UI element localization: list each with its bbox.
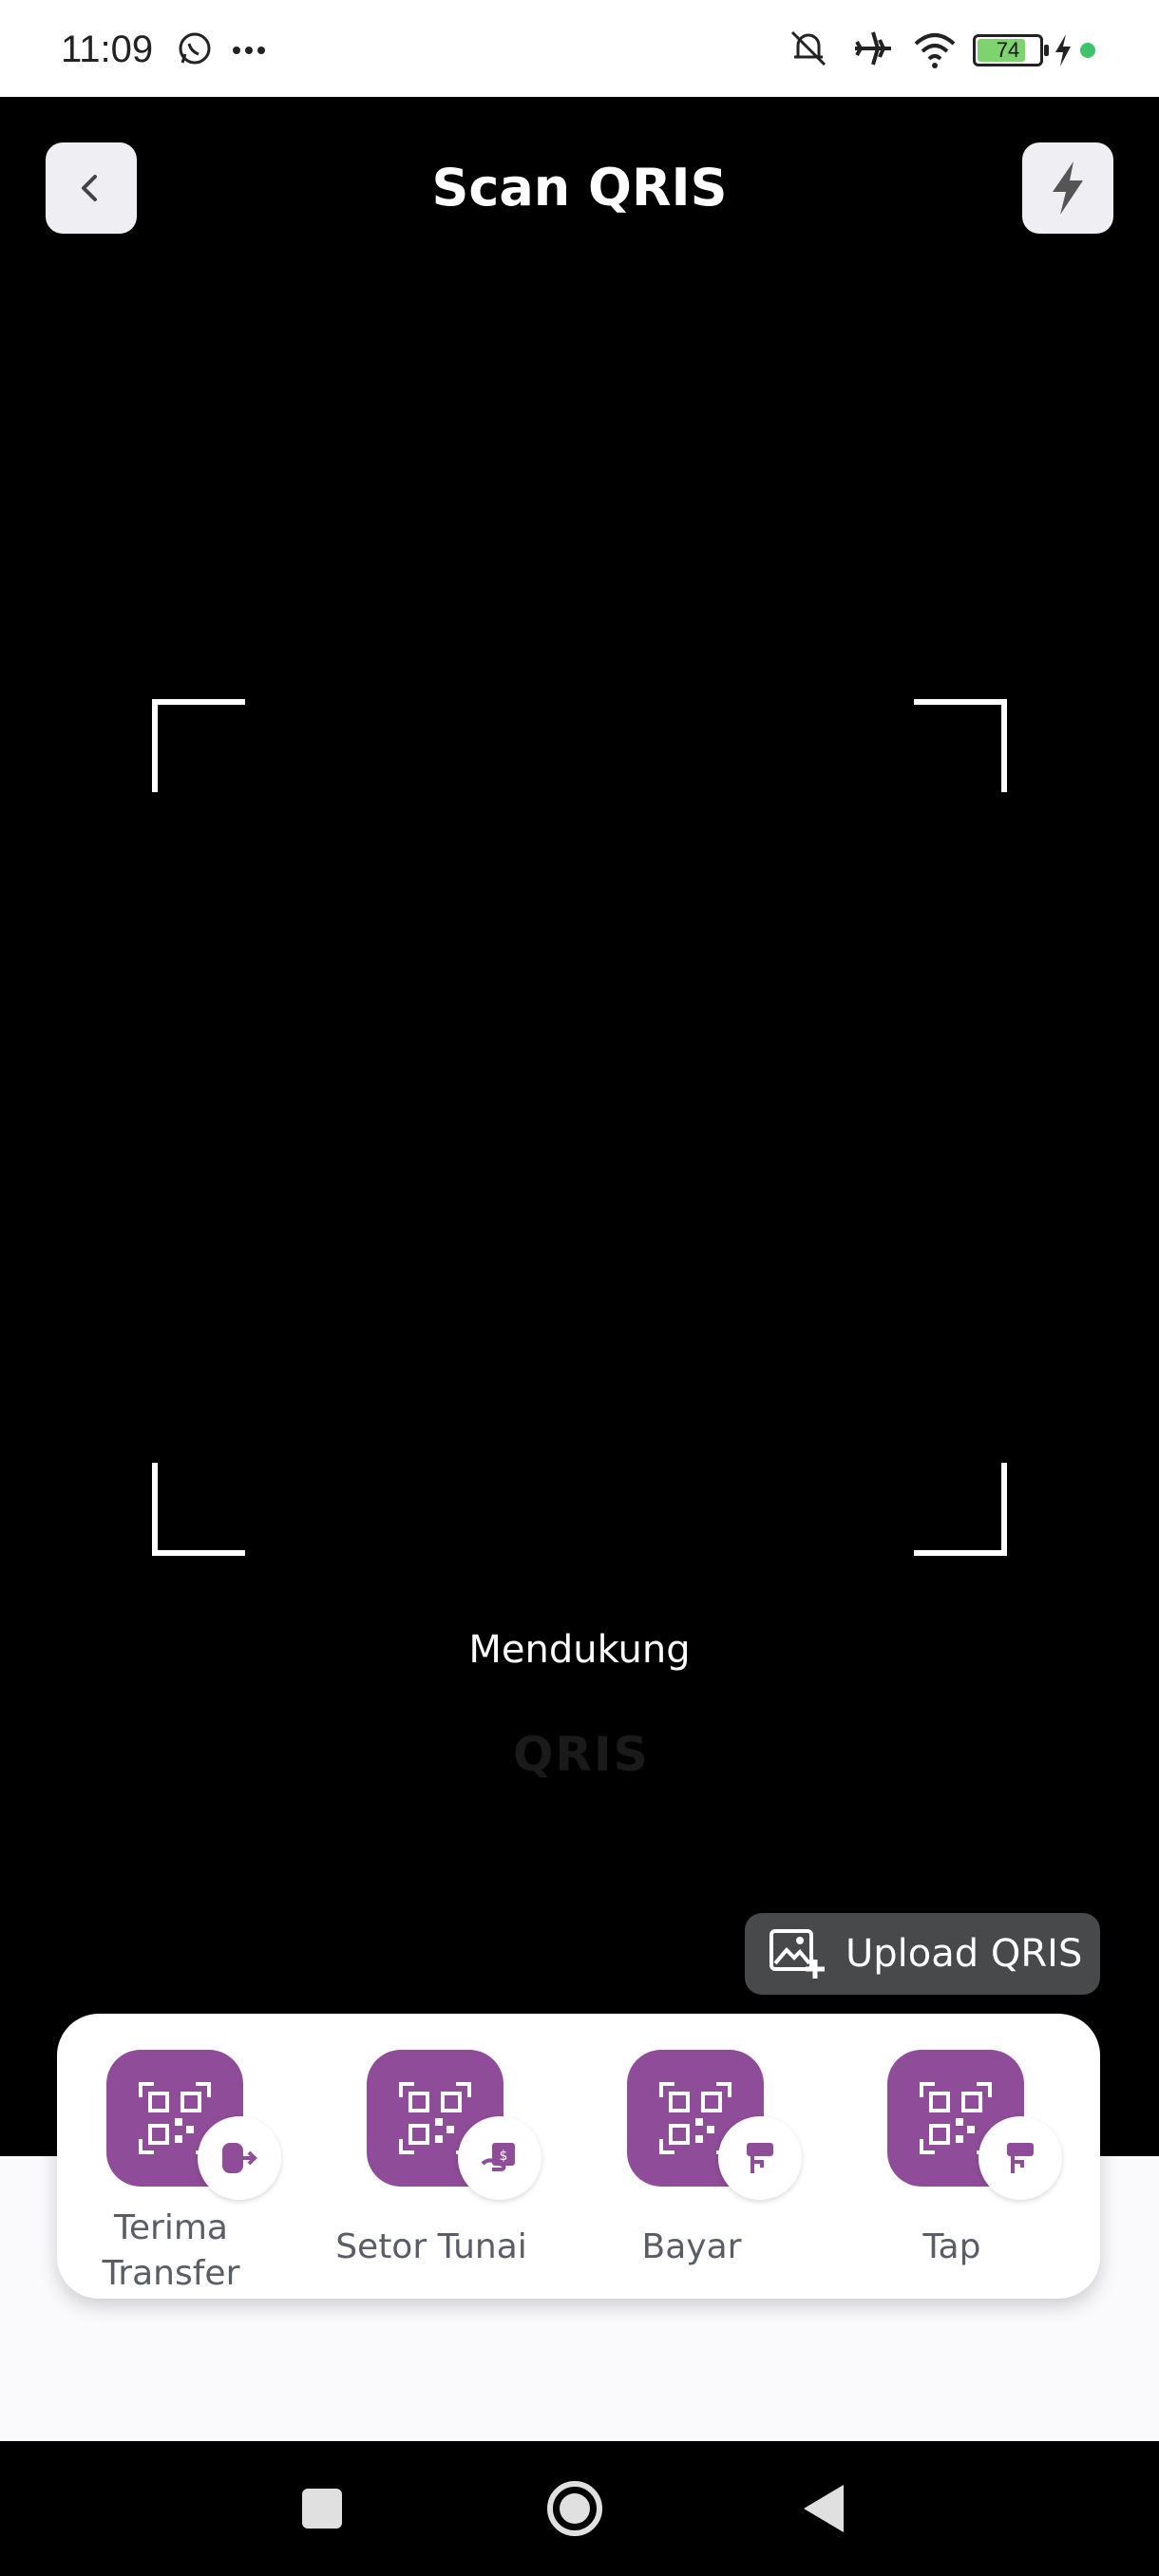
tap-badge — [978, 2116, 1062, 2200]
system-nav-bar — [0, 2441, 1159, 2576]
flash-icon — [1053, 161, 1083, 215]
page-title: Scan QRIS — [431, 158, 728, 218]
scan-frame-corner-bottom-left — [152, 1463, 245, 1556]
recents-square-icon[interactable] — [300, 2487, 344, 2530]
menu-label: Tap — [922, 2227, 981, 2266]
more-icon — [233, 47, 265, 54]
scan-frame-corner-top-left — [152, 699, 245, 792]
menu-label-line1: Terima — [114, 2208, 228, 2247]
camera-viewfinder — [0, 97, 1159, 2156]
qris-logo: QRIS — [513, 1727, 650, 1782]
transaction-menu-card: Terima Transfer $ Setor Tunai Bayar Tap — [57, 2014, 1100, 2299]
menu-item-bayar[interactable]: Bayar — [578, 2050, 806, 2287]
menu-item-terima-transfer[interactable]: Terima Transfer — [57, 2050, 285, 2293]
svg-text:$: $ — [500, 2149, 508, 2164]
transfer-out-icon — [222, 2143, 257, 2173]
scan-frame-corner-bottom-right — [914, 1463, 1007, 1556]
whatsapp-icon — [179, 32, 211, 65]
pay-badge — [718, 2116, 802, 2200]
wifi-icon — [914, 33, 956, 68]
mute-icon — [790, 30, 826, 66]
scan-frame-corner-top-right — [914, 699, 1007, 792]
dot-icon — [1080, 43, 1095, 58]
pay-icon — [747, 2143, 773, 2173]
status-bar: 11:09 74 — [0, 0, 1159, 97]
upload-qris-label: Upload QRIS — [846, 1932, 1083, 1976]
back-triangle-icon[interactable] — [802, 2483, 846, 2534]
menu-item-tap[interactable]: Tap — [838, 2050, 1066, 2287]
cash-deposit-icon: $ — [481, 2143, 515, 2171]
menu-label: Bayar — [641, 2227, 742, 2266]
battery-level: 74 — [996, 38, 1020, 62]
upload-qris-button[interactable]: Upload QRIS — [745, 1913, 1100, 1995]
image-add-icon — [770, 1929, 825, 1979]
airplane-icon — [855, 31, 891, 66]
menu-label-line2: Transfer — [102, 2254, 240, 2293]
battery-icon: 74 — [973, 34, 1049, 66]
home-circle-icon[interactable] — [545, 2479, 604, 2538]
transfer-badge — [198, 2116, 281, 2200]
tap-icon — [1007, 2143, 1034, 2173]
charging-icon — [1055, 34, 1071, 66]
menu-item-setor-tunai[interactable]: $ Setor Tunai — [317, 2050, 545, 2287]
cash-badge: $ — [458, 2116, 542, 2200]
menu-label: Setor Tunai — [335, 2227, 527, 2266]
support-text: Mendukung — [468, 1628, 691, 1672]
flash-button[interactable] — [1022, 142, 1113, 234]
status-time: 11:09 — [61, 28, 154, 70]
